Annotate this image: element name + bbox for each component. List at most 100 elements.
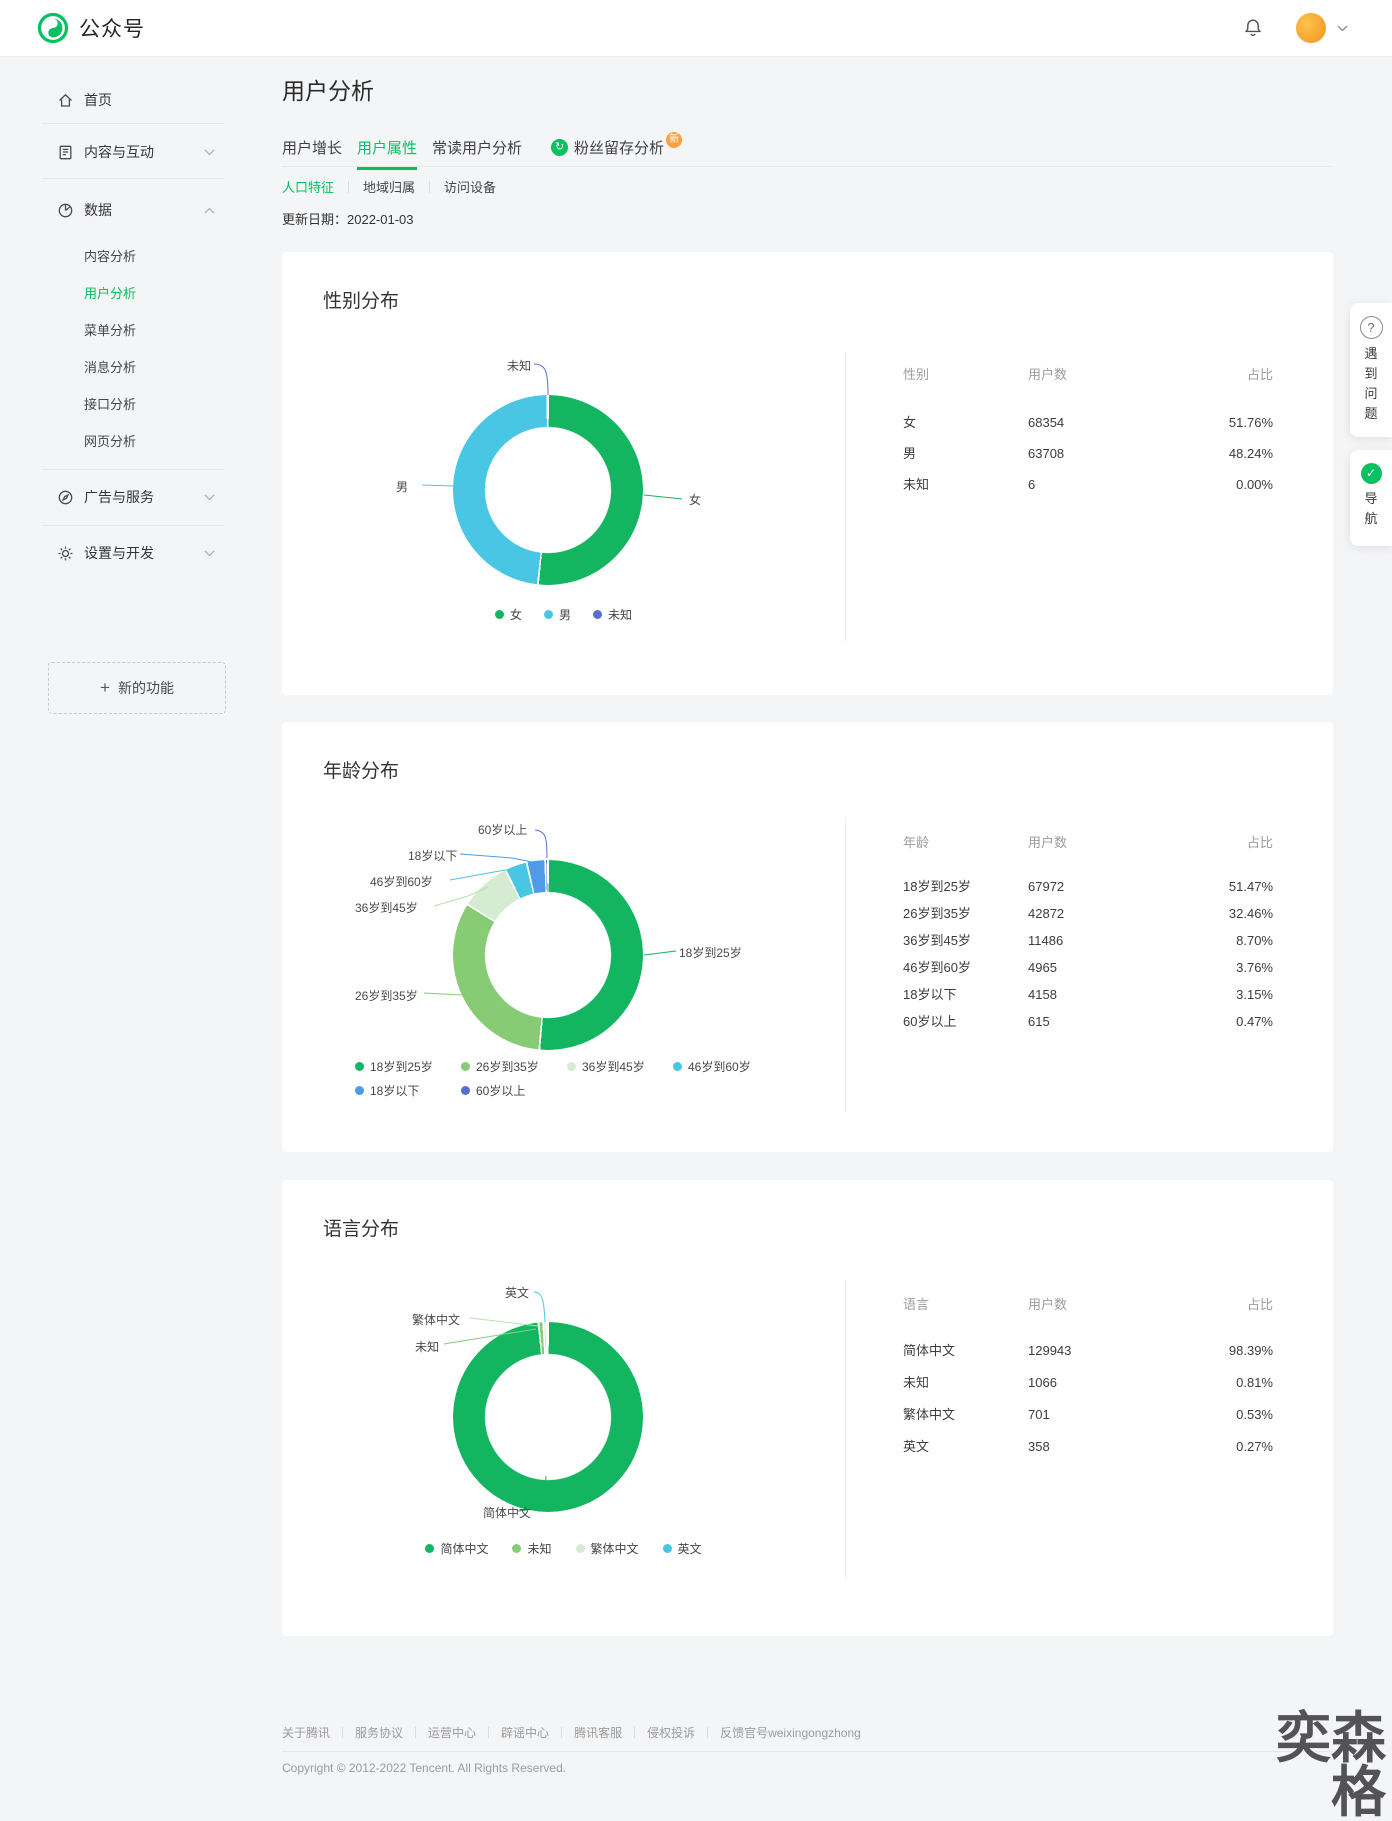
cell-label: 英文 — [903, 1438, 1028, 1456]
brand-name: 公众号 — [79, 13, 145, 43]
legend-item-18-25[interactable]: 18岁到25岁 — [355, 1058, 441, 1075]
cell-label: 女 — [903, 414, 1028, 432]
callout-under18: 18岁以下 — [408, 847, 457, 864]
legend-dot — [663, 1544, 672, 1553]
col-header: 用户数 — [1028, 1296, 1247, 1314]
col-header: 用户数 — [1028, 834, 1247, 852]
cell-percent: 0.47% — [1236, 1013, 1273, 1031]
sidebar-item-label: 设置与开发 — [84, 543, 154, 563]
footer-link-rumor[interactable]: 辟谣中心 — [501, 1724, 549, 1741]
callout-simplified: 简体中文 — [483, 1504, 531, 1521]
callout-18-25: 18岁到25岁 — [679, 944, 742, 961]
tab-regular-readers[interactable]: 常读用户分析 — [432, 137, 522, 167]
sidebar-item-api-analysis[interactable]: 接口分析 — [84, 394, 136, 413]
subtabs: 人口特征 地域归属 访问设备 — [282, 177, 496, 196]
legend-item-26-35[interactable]: 26岁到35岁 — [461, 1058, 547, 1075]
tab-user-growth[interactable]: 用户增长 — [282, 137, 342, 167]
nav-label: 导航 — [1364, 489, 1378, 529]
legend-label: 男 — [559, 606, 571, 623]
update-date-label: 更新日期： — [282, 212, 347, 227]
footer-link-operations[interactable]: 运营中心 — [428, 1724, 476, 1741]
footer: 关于腾讯 服务协议 运营中心 辟谣中心 腾讯客服 侵权投诉 反馈官号weixin… — [282, 1724, 1333, 1775]
age-distribution-card: 年龄分布 60岁以上 18岁以下 46岁到60岁 36岁到45岁 26岁到35岁… — [282, 722, 1333, 1152]
cell-count: 615 — [1028, 1013, 1236, 1031]
age-legend: 18岁到25岁 26岁到35岁 36岁到45岁 46岁到60岁 18岁以下 60… — [355, 1058, 785, 1099]
sidebar-item-webpage-analysis[interactable]: 网页分析 — [84, 431, 136, 450]
card-title: 性别分布 — [323, 286, 399, 313]
legend-item-simplified[interactable]: 简体中文 — [425, 1540, 488, 1557]
footer-link-about[interactable]: 关于腾讯 — [282, 1724, 330, 1741]
cell-count: 42872 — [1028, 905, 1229, 923]
subtab-region[interactable]: 地域归属 — [363, 177, 415, 196]
legend-item-under18[interactable]: 18岁以下 — [355, 1082, 441, 1099]
avatar-chevron-down-icon[interactable] — [1337, 25, 1348, 32]
sidebar-item-menu-analysis[interactable]: 菜单分析 — [84, 320, 136, 339]
separator — [561, 1727, 562, 1738]
footer-link-feedback[interactable]: 反馈官号weixingongzhong — [720, 1724, 861, 1741]
new-feature-button[interactable]: + 新的功能 — [48, 662, 226, 714]
sidebar-item-message-analysis[interactable]: 消息分析 — [84, 357, 136, 376]
cell-label: 简体中文 — [903, 1342, 1028, 1360]
avatar[interactable] — [1296, 13, 1326, 43]
legend-item-36-45[interactable]: 36岁到45岁 — [567, 1058, 653, 1075]
cell-percent: 0.81% — [1236, 1374, 1273, 1392]
footer-link-report[interactable]: 侵权投诉 — [647, 1724, 695, 1741]
nav-float-button[interactable]: ✓ 导航 — [1350, 450, 1392, 546]
card-divider — [845, 1280, 846, 1580]
sidebar-item-user-analysis[interactable]: 用户分析 — [84, 283, 136, 302]
sidebar-item-settings-dev[interactable]: 设置与开发 — [0, 540, 236, 566]
table-row: 18岁以下41583.15% — [903, 986, 1273, 1004]
gender-legend: 女 男 未知 — [282, 606, 845, 623]
legend-label: 36岁到45岁 — [582, 1058, 645, 1075]
sidebar-item-home[interactable]: 首页 — [0, 87, 236, 113]
table-row: 男6370848.24% — [903, 445, 1273, 463]
gender-donut-chart[interactable] — [453, 395, 643, 585]
legend-label: 18岁以下 — [370, 1082, 419, 1099]
subtab-devices[interactable]: 访问设备 — [444, 177, 496, 196]
legend-dot — [355, 1062, 364, 1071]
legend-dot — [544, 610, 553, 619]
card-title: 语言分布 — [323, 1214, 399, 1241]
help-float-button[interactable]: ? 遇到问题 — [1350, 303, 1392, 437]
home-icon — [57, 92, 74, 109]
legend-item-46-60[interactable]: 46岁到60岁 — [673, 1058, 759, 1075]
cell-percent: 3.15% — [1236, 986, 1273, 1004]
legend-item-60plus[interactable]: 60岁以上 — [461, 1082, 547, 1099]
legend-item-unknown[interactable]: 未知 — [512, 1540, 551, 1557]
legend-label: 26岁到35岁 — [476, 1058, 539, 1075]
tab-fans-retention[interactable]: ↻ 粉丝留存分析 新 — [551, 137, 682, 167]
sidebar-item-data[interactable]: 数据 — [0, 197, 236, 223]
card-divider — [845, 817, 846, 1112]
cell-count: 67972 — [1028, 878, 1229, 896]
table-row: 60岁以上6150.47% — [903, 1013, 1273, 1031]
new-feature-label: 新的功能 — [118, 678, 174, 698]
legend-item-english[interactable]: 英文 — [663, 1540, 702, 1557]
cell-label: 26岁到35岁 — [903, 905, 1028, 923]
cell-count: 63708 — [1028, 445, 1229, 463]
col-header: 用户数 — [1028, 366, 1247, 384]
footer-link-support[interactable]: 腾讯客服 — [574, 1724, 622, 1741]
callout-male: 男 — [396, 478, 408, 495]
sidebar-item-content-interaction[interactable]: 内容与互动 — [0, 139, 236, 165]
legend-item-female[interactable]: 女 — [495, 606, 522, 623]
footer-link-terms[interactable]: 服务协议 — [355, 1724, 403, 1741]
brand[interactable]: 公众号 — [36, 11, 145, 45]
sidebar-item-label: 数据 — [84, 200, 112, 220]
cell-percent: 0.27% — [1236, 1438, 1273, 1456]
cell-count: 129943 — [1028, 1342, 1229, 1360]
sidebar-item-ads-services[interactable]: 广告与服务 — [0, 484, 236, 510]
table-header-row: 性别 用户数 占比 — [903, 366, 1273, 384]
language-legend: 简体中文 未知 繁体中文 英文 — [282, 1540, 845, 1557]
legend-item-unknown[interactable]: 未知 — [593, 606, 632, 623]
language-donut-chart[interactable] — [453, 1322, 643, 1512]
legend-item-male[interactable]: 男 — [544, 606, 571, 623]
age-donut-chart[interactable] — [453, 860, 643, 1050]
subtab-demographics[interactable]: 人口特征 — [282, 177, 334, 196]
update-date-row: 更新日期：2022-01-03 — [282, 209, 414, 228]
separator — [342, 1727, 343, 1738]
compass-icon — [57, 489, 74, 506]
notification-bell-icon[interactable] — [1242, 17, 1264, 39]
sidebar-item-content-analysis[interactable]: 内容分析 — [84, 246, 136, 265]
cell-label: 繁体中文 — [903, 1406, 1028, 1424]
legend-item-traditional[interactable]: 繁体中文 — [576, 1540, 639, 1557]
